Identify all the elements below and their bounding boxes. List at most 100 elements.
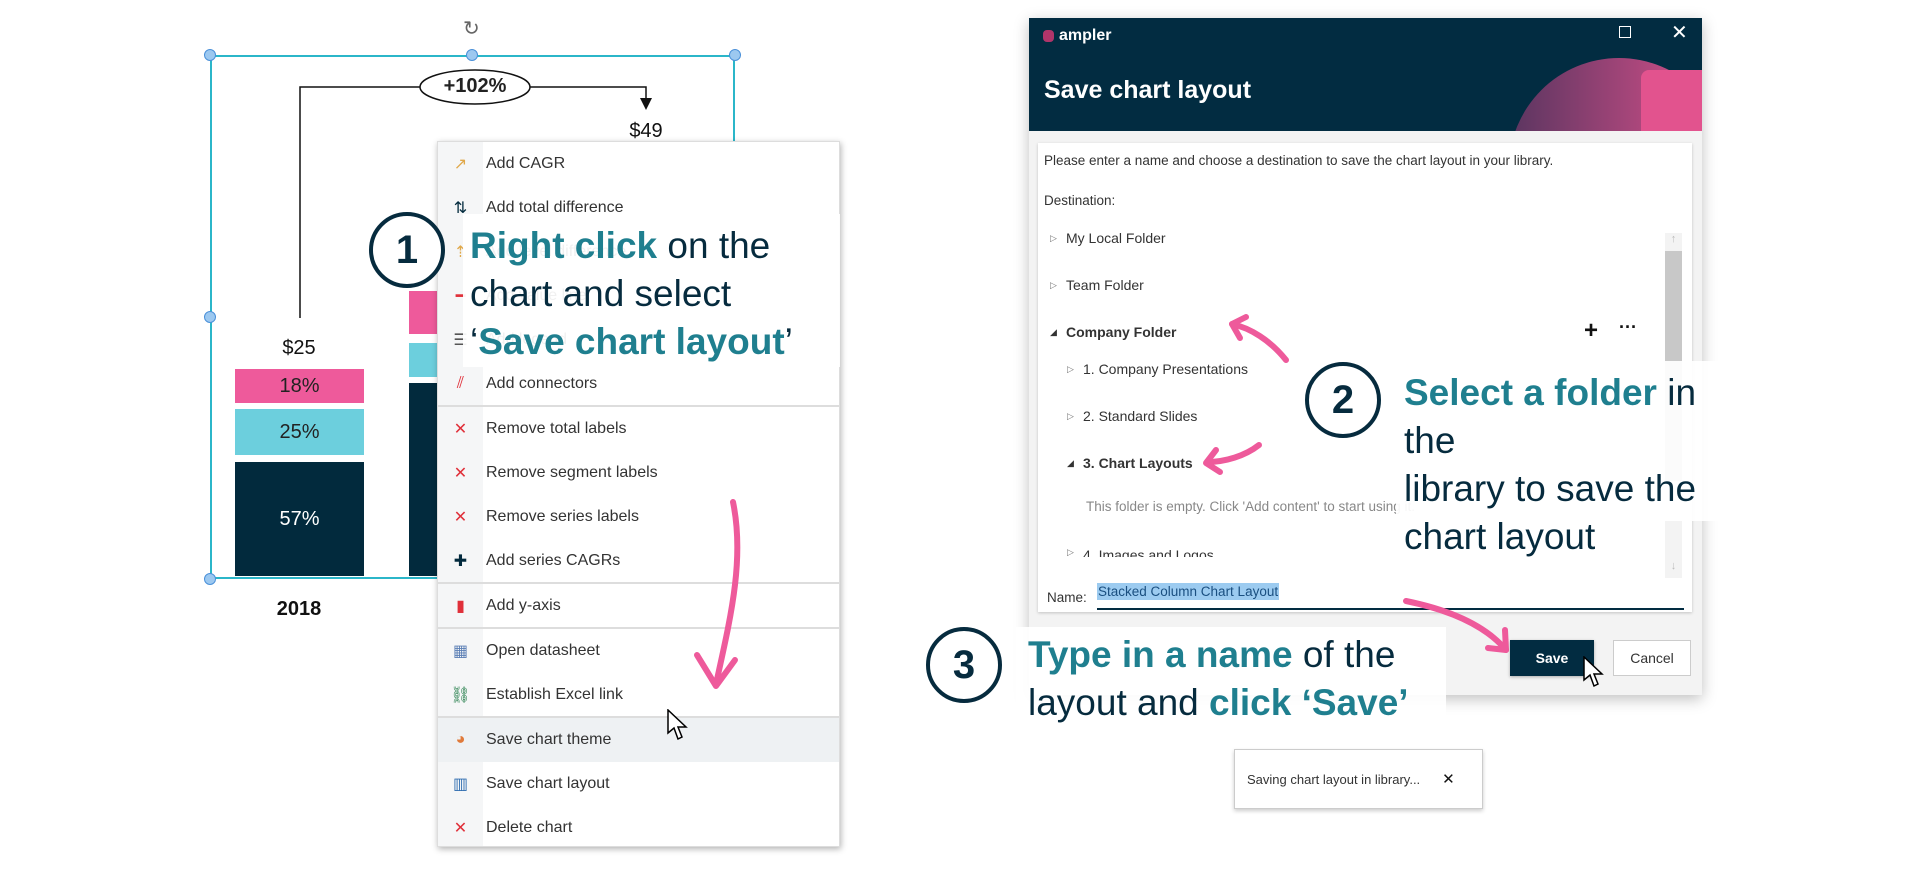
tree-item-label: Team Folder [1066,277,1144,293]
menu-item-remove-segment-labels[interactable]: ✕ Remove segment labels [438,451,839,495]
scroll-down-icon[interactable]: ↓ [1665,560,1682,578]
tree-item-team-folder[interactable]: ▷ Team Folder [1050,277,1144,293]
step-1-text: ’ [784,321,793,362]
step-3-number: 3 [926,627,1002,703]
step-3-text: of the [1292,634,1396,675]
step-2-text: library to save the [1404,468,1697,509]
step-3-emphasis: click ‘Save’ [1209,682,1409,723]
step-1-instruction: Right click on the chart and select ‘Sav… [463,214,840,367]
name-input[interactable]: Stacked Column Chart Layout [1097,583,1684,610]
bar-segment[interactable]: 57% [235,462,364,576]
tree-item-standard-slides[interactable]: ▷ 2. Standard Slides [1067,408,1197,424]
tree-item-my-local-folder[interactable]: ▷ My Local Folder [1050,230,1166,246]
menu-item-add-series-cagrs[interactable]: ✚ Add series CAGRs [438,539,839,583]
expand-icon[interactable]: ▷ [1050,280,1066,291]
step-2-emphasis: Select a folder [1404,372,1657,413]
dialog-header: ampler ✕ Save chart layout [1029,18,1702,131]
step-2-text: chart layout [1404,516,1596,557]
step-3-text: layout and [1028,682,1210,723]
cancel-button[interactable]: Cancel [1613,640,1691,676]
expand-icon[interactable]: ▷ [1067,547,1083,557]
menu-item-label: Add CAGR [486,155,566,172]
menu-item-label: Remove segment labels [486,464,658,481]
menu-item-save-chart-theme[interactable]: ◕ Save chart theme [438,718,839,762]
expand-icon[interactable]: ▷ [1067,411,1083,422]
menu-item-establish-excel-link[interactable]: ⛓ Establish Excel link [438,673,839,717]
menu-item-remove-series-labels[interactable]: ✕ Remove series labels [438,495,839,539]
save-button[interactable]: Save [1510,640,1594,676]
ampler-logo: ampler [1043,27,1111,45]
tree-item-chart-layouts[interactable]: ◢ 3. Chart Layouts [1067,455,1193,471]
collapse-icon[interactable]: ◢ [1050,327,1066,338]
remove-segment-labels-icon: ✕ [453,465,468,482]
menu-item-label: Delete chart [486,819,573,836]
tree-item-label: 2. Standard Slides [1083,408,1198,424]
dialog-title: Save chart layout [1044,76,1252,104]
saving-toast: Saving chart layout in library... ✕ [1234,749,1483,809]
empty-folder-message: This folder is empty. Click 'Add content… [1086,499,1416,514]
total-label: $49 [629,120,663,142]
menu-item-add-cagr[interactable]: ↗ Add CAGR [438,142,839,186]
close-button[interactable]: ✕ [1671,20,1688,45]
collapse-icon[interactable]: ◢ [1067,458,1083,469]
add-content-icon[interactable]: + [1584,317,1598,345]
save-layout-icon: ▥ [452,776,469,793]
bar-segment[interactable]: 25% [235,409,364,455]
menu-item-label: Add y-axis [486,597,561,614]
step-1-text: ‘ [470,321,479,362]
instruction-text: Please enter a name and choose a destina… [1044,153,1554,168]
mouse-cursor-icon [1583,656,1604,688]
remove-total-labels-icon: ✕ [453,421,468,438]
toast-message: Saving chart layout in library... [1247,771,1421,787]
menu-item-label: Remove total labels [486,420,627,437]
menu-item-label: Add series CAGRs [486,552,621,569]
mouse-cursor-icon [667,709,688,741]
name-input-value: Stacked Column Chart Layout [1097,583,1280,600]
step-1-text: chart and select [470,273,732,314]
menu-item-add-y-axis[interactable]: ▮ Add y-axis [438,584,839,628]
menu-item-delete-chart[interactable]: ✕ Delete chart [438,806,839,850]
expand-icon[interactable]: ▷ [1067,364,1083,375]
menu-item-label: Open datasheet [486,642,600,659]
destination-label: Destination: [1044,193,1116,208]
delete-icon: ✕ [453,820,468,837]
add-y-axis-icon: ▮ [456,598,465,615]
menu-item-add-connectors[interactable]: ⫽ Add connectors [438,362,839,406]
datasheet-icon: ▦ [452,643,469,660]
step-2-number: 2 [1305,362,1381,438]
menu-item-label: Save chart theme [486,731,612,748]
maximize-button[interactable] [1619,26,1631,38]
tree-item-label: My Local Folder [1066,230,1166,246]
scroll-up-icon[interactable]: ↑ [1665,233,1682,251]
menu-item-label: Remove series labels [486,508,639,525]
save-theme-icon: ◕ [455,731,466,748]
menu-item-open-datasheet[interactable]: ▦ Open datasheet [438,629,839,673]
menu-item-save-chart-layout[interactable]: ▥ Save chart layout [438,762,839,806]
menu-item-remove-total-labels[interactable]: ✕ Remove total labels [438,407,839,451]
ampler-logo-icon [1043,30,1054,42]
step-1-text: on the [657,225,771,266]
tree-item-label: Company Folder [1066,324,1177,340]
step-2-instruction: Select a folder in the library to save t… [1396,361,1720,557]
tree-item-label: 3. Chart Layouts [1083,455,1193,471]
remove-series-labels-icon: ✕ [453,509,468,526]
step-3-instruction: Type in a name of the layout and click ‘… [1016,627,1446,727]
menu-item-label: Save chart layout [486,775,610,792]
name-label: Name: [1047,590,1087,605]
brand-graphic [1515,58,1702,131]
step-1-emphasis: Save chart layout [478,321,785,362]
difference-label[interactable]: +102% [420,75,530,98]
excel-link-icon: ⛓ [450,687,471,704]
more-options-icon[interactable]: ··· [1619,317,1637,338]
tree-item-company-folder[interactable]: ◢ Company Folder [1050,324,1176,340]
add-series-cagrs-icon: ✚ [453,553,468,570]
bar-segment[interactable]: 18% [235,369,364,403]
tree-item-images-and-logos[interactable]: ▷ 4. Images and Logos [1067,547,1214,557]
menu-item-label: Establish Excel link [486,686,623,703]
tree-item-company-presentations[interactable]: ▷ 1. Company Presentations [1067,361,1248,377]
toast-close-icon[interactable]: ✕ [1442,770,1455,788]
expand-icon[interactable]: ▷ [1050,233,1066,244]
brand-name: ampler [1059,27,1112,44]
tree-item-label: 1. Company Presentations [1083,361,1248,377]
tree-item-label: 4. Images and Logos [1083,547,1214,557]
